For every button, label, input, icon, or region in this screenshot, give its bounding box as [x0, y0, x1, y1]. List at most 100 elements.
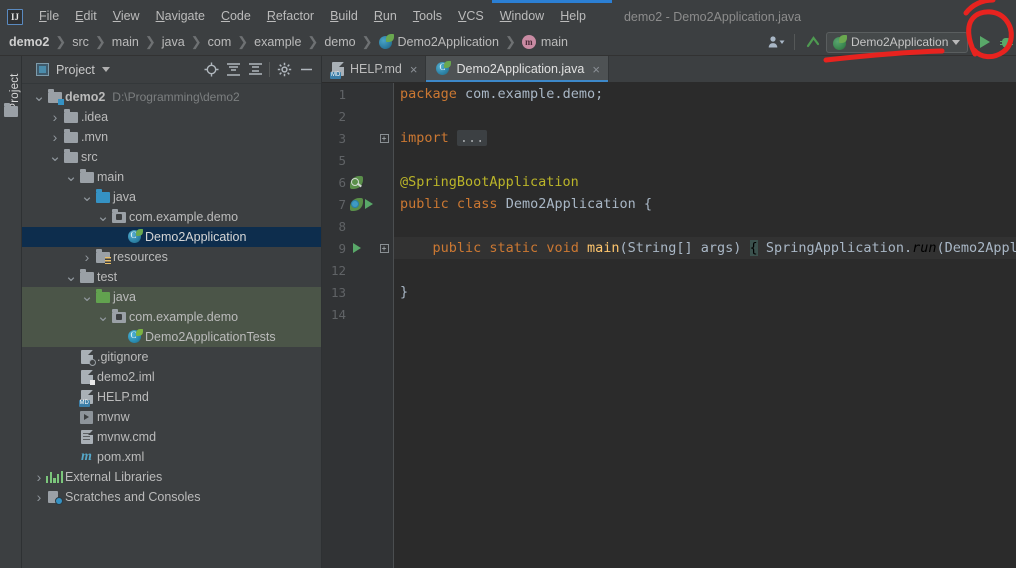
menu-build[interactable]: Build	[322, 6, 366, 27]
tree-row[interactable]: › External Libraries	[22, 467, 321, 487]
menu-refactor[interactable]: Refactor	[259, 6, 322, 27]
chevron-down-icon[interactable]: ⌄	[48, 149, 62, 164]
chevron-right-icon[interactable]: ›	[32, 489, 46, 505]
menu-navigate[interactable]: Navigate	[148, 6, 213, 27]
tree-row[interactable]: › .mvn	[22, 127, 321, 147]
chevron-right-icon[interactable]: ›	[80, 249, 94, 265]
chevron-down-icon[interactable]	[101, 67, 110, 72]
code-line[interactable]: 13}	[322, 281, 1016, 303]
expand-all-icon[interactable]	[222, 59, 244, 81]
menu-file[interactable]: File	[31, 6, 67, 27]
menu-help[interactable]: Help	[552, 6, 594, 27]
chevron-down-icon[interactable]: ⌄	[64, 269, 78, 284]
tree-row[interactable]: ⌄ demo2 D:\Programming\demo2	[22, 87, 321, 107]
breadcrumb-item-demo[interactable]: demo	[324, 35, 355, 49]
tree-row[interactable]: mvnw	[22, 407, 321, 427]
folder-icon[interactable]	[4, 103, 18, 117]
tree-row[interactable]: ⌄ com.example.demo	[22, 307, 321, 327]
chevron-down-icon[interactable]: ⌄	[80, 289, 94, 304]
code-line[interactable]: 14	[322, 303, 1016, 325]
tree-row[interactable]: ⌄ src	[22, 147, 321, 167]
breadcrumb-item-java[interactable]: java	[162, 35, 185, 49]
chevron-down-icon[interactable]: ⌄	[96, 309, 110, 324]
tree-row[interactable]: MD HELP.md	[22, 387, 321, 407]
tree-row[interactable]: m pom.xml	[22, 447, 321, 467]
tree-row[interactable]: ⌄ main	[22, 167, 321, 187]
breadcrumb-item-class[interactable]: Demo2Application	[378, 34, 499, 49]
gutter-icons[interactable]	[346, 243, 374, 253]
run-configuration-selector[interactable]: Demo2Application	[826, 31, 968, 53]
menu-edit[interactable]: Edit	[67, 6, 105, 27]
folder-icon	[62, 128, 79, 143]
debug-button[interactable]	[998, 30, 1014, 54]
chevron-right-icon[interactable]: ›	[48, 109, 62, 125]
hide-panel-icon[interactable]	[295, 59, 317, 81]
breadcrumb-item-com[interactable]: com	[208, 35, 232, 49]
breadcrumb-item-example[interactable]: example	[254, 35, 301, 49]
tree-row[interactable]: ⌄ java	[22, 187, 321, 207]
breadcrumb-item-main[interactable]: main	[112, 35, 139, 49]
gutter-icons[interactable]	[346, 175, 374, 189]
code-line[interactable]: 2	[322, 105, 1016, 127]
run-gutter-icon[interactable]	[365, 199, 373, 209]
breadcrumb-item-method[interactable]: m main	[521, 35, 568, 49]
user-dropdown-icon[interactable]	[763, 30, 789, 54]
menu-view[interactable]: View	[105, 6, 148, 27]
navbar-toolbar: Demo2Application	[763, 29, 1016, 55]
settings-gear-icon[interactable]	[273, 59, 295, 81]
tree-row[interactable]: ⌄ test	[22, 267, 321, 287]
tree-row[interactable]: ⌄ java	[22, 287, 321, 307]
tree-row[interactable]: Demo2Application	[22, 227, 321, 247]
collapse-all-icon[interactable]	[244, 59, 266, 81]
chevron-down-icon[interactable]: ⌄	[64, 169, 78, 184]
close-icon[interactable]: ×	[410, 63, 418, 76]
tree-row[interactable]: › Scratches and Consoles	[22, 487, 321, 507]
tree-row[interactable]: Demo2ApplicationTests	[22, 327, 321, 347]
tree-row[interactable]: .gitignore	[22, 347, 321, 367]
code-line[interactable]: 5	[322, 149, 1016, 171]
code-line[interactable]: 6 @SpringBootApplication	[322, 171, 1016, 193]
code-line[interactable]: 3 + import ...	[322, 127, 1016, 149]
code-editor[interactable]: 1 package com.example.demo; 2 3 + import ... 5…	[322, 83, 1016, 568]
tree-row[interactable]: demo2.iml	[22, 367, 321, 387]
spring-bean-icon[interactable]	[350, 175, 363, 189]
chevron-down-icon[interactable]: ⌄	[80, 189, 94, 204]
breadcrumb-item-src[interactable]: src	[72, 35, 89, 49]
bug-icon	[999, 36, 1013, 49]
editor-tab[interactable]: MD HELP.md ×	[322, 56, 427, 82]
menu-vcs[interactable]: VCS	[450, 6, 492, 27]
tree-row[interactable]: › resources	[22, 247, 321, 267]
chevron-down-icon[interactable]: ⌄	[32, 89, 46, 104]
menu-run[interactable]: Run	[366, 6, 405, 27]
run-gutter-icon[interactable]	[353, 243, 361, 253]
tree-row[interactable]: › .idea	[22, 107, 321, 127]
menu-window[interactable]: Window	[492, 6, 552, 27]
chevron-down-icon[interactable]: ⌄	[96, 209, 110, 224]
tree-row[interactable]: mvnw.cmd	[22, 427, 321, 447]
resources-folder-icon	[94, 248, 111, 264]
editor-tab[interactable]: Demo2Application.java ×	[426, 56, 609, 82]
code-line[interactable]: 1 package com.example.demo;	[322, 83, 1016, 105]
chevron-right-icon[interactable]: ›	[32, 469, 46, 485]
code-line[interactable]: 12	[322, 259, 1016, 281]
spring-bean-icon[interactable]	[350, 197, 363, 211]
breadcrumb-sep: ❯	[94, 34, 106, 49]
fold-expand-icon[interactable]: +	[374, 243, 394, 253]
menu-tools[interactable]: Tools	[405, 6, 450, 27]
locate-icon[interactable]	[200, 59, 222, 81]
close-icon[interactable]: ×	[592, 63, 600, 76]
code-line[interactable]: 7 public class Demo2Application {	[322, 193, 1016, 215]
menu-code[interactable]: Code	[213, 6, 259, 27]
up-arrow-icon[interactable]	[800, 30, 826, 54]
breadcrumb-item-demo2[interactable]: demo2	[9, 35, 49, 49]
code-line[interactable]: 8	[322, 215, 1016, 237]
gutter-icons[interactable]	[346, 197, 374, 211]
editor-tab-bar: MD HELP.md × Demo2Application.java ×	[322, 56, 1016, 83]
code-line[interactable]: 9 + public static void main(String[] args…	[322, 237, 1016, 259]
run-button[interactable]	[972, 30, 998, 54]
chevron-right-icon[interactable]: ›	[48, 129, 62, 145]
tree-row-label: Scratches and Consoles	[65, 490, 201, 504]
fold-expand-icon[interactable]: +	[374, 133, 394, 143]
tree-row[interactable]: ⌄ com.example.demo	[22, 207, 321, 227]
code-token: {	[749, 240, 758, 256]
